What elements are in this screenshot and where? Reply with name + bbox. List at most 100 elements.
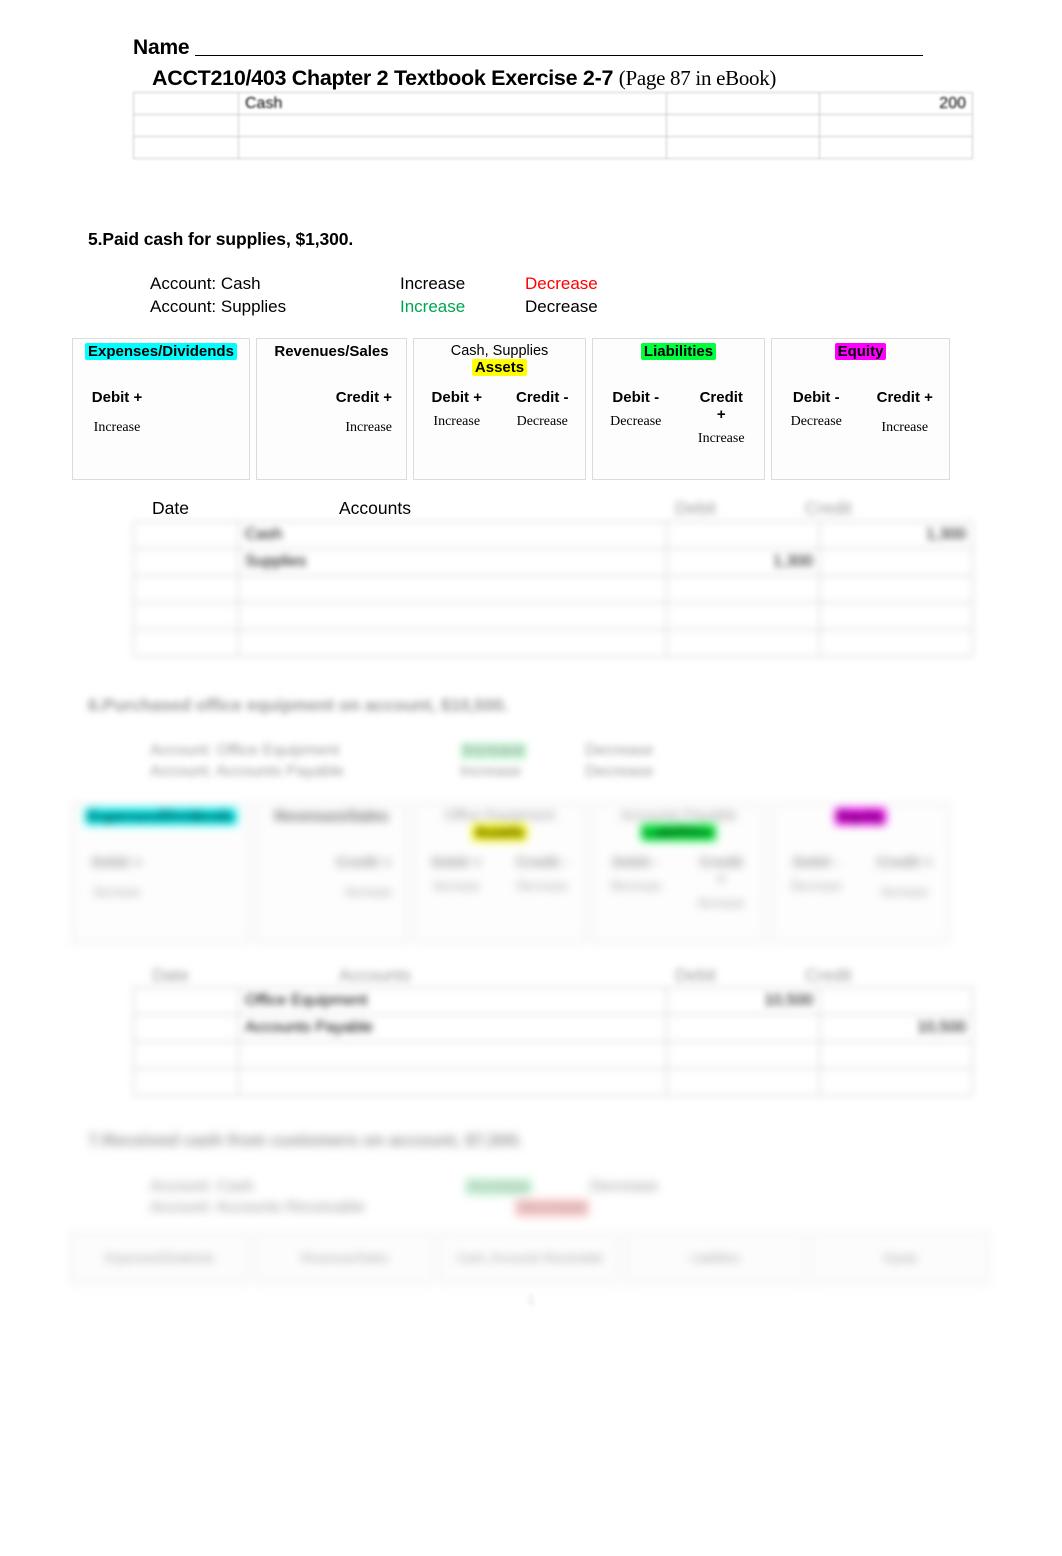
cell-account[interactable] [238, 629, 667, 657]
debit-credit-label: Debit - [792, 389, 840, 406]
cell-debit[interactable] [666, 602, 820, 630]
cell-credit[interactable] [819, 1041, 973, 1069]
box-credit-column: Credit + Increase [325, 387, 407, 479]
box-credit-column [161, 852, 249, 942]
account-box-equity: Equity Debit - Decrease Credit + Increas… [771, 338, 950, 480]
box-header: Revenues/Sales [257, 804, 406, 852]
table-row [133, 1041, 973, 1069]
cell-account[interactable] [238, 114, 667, 137]
debit-credit-label: Credit + [876, 389, 933, 406]
cell-account[interactable] [238, 1068, 667, 1096]
cell-debit[interactable] [666, 1068, 820, 1096]
cell-date[interactable] [133, 602, 239, 630]
effect-label: Increase [881, 420, 929, 435]
cell-date[interactable] [133, 1041, 239, 1069]
cell-date[interactable] [133, 548, 239, 576]
cell-credit[interactable] [819, 548, 973, 576]
increase-option[interactable]: Increase [400, 297, 465, 317]
cell-credit[interactable] [819, 136, 973, 159]
increase-option[interactable]: Increase [465, 1178, 533, 1196]
cell-credit[interactable]: 10,500 [819, 1014, 973, 1042]
table-row [133, 575, 973, 603]
box-category-label: Liabilities [640, 343, 717, 360]
decrease-option[interactable]: Decrease [590, 1178, 658, 1196]
cell-debit[interactable] [666, 136, 820, 159]
cell-date[interactable] [133, 629, 239, 657]
cell-debit[interactable] [666, 92, 820, 115]
decrease-option[interactable]: Decrease [525, 274, 598, 294]
decrease-option[interactable]: Decrease [525, 297, 598, 317]
cell-account[interactable]: Cash [238, 92, 667, 115]
cell-date[interactable] [133, 1068, 239, 1096]
box-credit-column: Credit + Increase [679, 387, 765, 479]
cell-date[interactable] [133, 521, 239, 549]
account-box-equity: Equity Debit - Decrease Credit + Increas… [771, 803, 950, 943]
increase-option[interactable]: Increase [460, 742, 528, 760]
account-box-revenues-sales: Revenues/Sales Credit + Increase [256, 338, 407, 480]
cell-account[interactable] [238, 575, 667, 603]
increase-option[interactable]: Increase [460, 763, 521, 781]
cell-account[interactable]: Office Equipment [238, 987, 667, 1015]
cell-debit[interactable] [666, 629, 820, 657]
cell-credit[interactable] [819, 114, 973, 137]
cell-date[interactable] [133, 1014, 239, 1042]
cell-credit[interactable]: 200 [819, 92, 973, 115]
decrease-option[interactable]: Decrease [585, 763, 653, 781]
cell-credit[interactable] [819, 575, 973, 603]
cell-credit[interactable] [819, 1068, 973, 1096]
cell-debit[interactable] [666, 521, 820, 549]
box-category-label: Equity [834, 808, 887, 825]
decrease-option[interactable]: Decrease [515, 1199, 590, 1217]
cell-credit[interactable] [819, 987, 973, 1015]
cell-credit[interactable]: 1,300 [819, 521, 973, 549]
section5-journal-header-accounts: Accounts [339, 498, 411, 518]
cell-date[interactable] [133, 136, 239, 159]
cell-debit[interactable] [666, 114, 820, 137]
cell-date[interactable] [133, 92, 239, 115]
debit-credit-label: Credit + [699, 389, 743, 423]
cell-date[interactable] [133, 114, 239, 137]
box-debit-column: Debit - Decrease [593, 852, 679, 942]
cell-date[interactable] [133, 575, 239, 603]
account-box-expenses-dividends: Expenses/Dividends [70, 1232, 250, 1284]
debit-credit-label: Credit + [335, 854, 392, 871]
cell-date[interactable] [133, 987, 239, 1015]
box-debit-column: Debit - Decrease [772, 852, 861, 942]
table-row: Accounts Payable 10,500 [133, 1014, 973, 1042]
cell-account[interactable] [238, 1041, 667, 1069]
name-blank-rule[interactable] [195, 54, 923, 56]
cell-account[interactable] [238, 136, 667, 159]
cell-debit[interactable]: 1,300 [666, 548, 820, 576]
box-credit-column: Credit + Increase [325, 852, 407, 942]
cell-debit[interactable] [666, 1041, 820, 1069]
cell-debit[interactable]: 10,500 [666, 987, 820, 1015]
cell-account[interactable] [238, 602, 667, 630]
question-5-text: 5.Paid cash for supplies, $1,300. [88, 229, 354, 249]
account-label: Account: Accounts Payable [150, 763, 344, 780]
section6-journal-header-accounts: Accounts [339, 965, 411, 985]
cell-credit[interactable] [819, 629, 973, 657]
cell-credit[interactable] [819, 602, 973, 630]
cell-account[interactable]: Supplies [238, 548, 667, 576]
box-header: Revenues/Sales [257, 339, 406, 387]
increase-option[interactable]: Increase [400, 274, 465, 294]
box-category-label: Equity [883, 1250, 918, 1265]
section6-journal-header-debit: Debit [675, 965, 716, 985]
cell-account[interactable]: Cash [238, 521, 667, 549]
section6-journal-header-credit: Credit [805, 965, 852, 985]
effect-label: Decrease [610, 879, 662, 894]
section5-account-type-diagram: Expenses/Dividends Debit + Increase Reve… [72, 338, 990, 480]
table-row [133, 602, 973, 630]
effect-label: Decrease [790, 414, 842, 429]
cell-debit[interactable] [666, 575, 820, 603]
debit-credit-label: Debit + [431, 854, 482, 871]
decrease-option[interactable]: Decrease [585, 742, 653, 760]
box-category-label: Liabilities [690, 1250, 740, 1265]
account-box-liabilities: Liabilities [625, 1232, 805, 1284]
debit-credit-label: Debit + [91, 854, 143, 871]
box-header: Liabilities [593, 339, 764, 387]
box-credit-column: Credit + Increase [679, 852, 765, 942]
box-credit-column: Credit - Decrease [500, 387, 586, 479]
cell-debit[interactable] [666, 1014, 820, 1042]
cell-account[interactable]: Accounts Payable [238, 1014, 667, 1042]
